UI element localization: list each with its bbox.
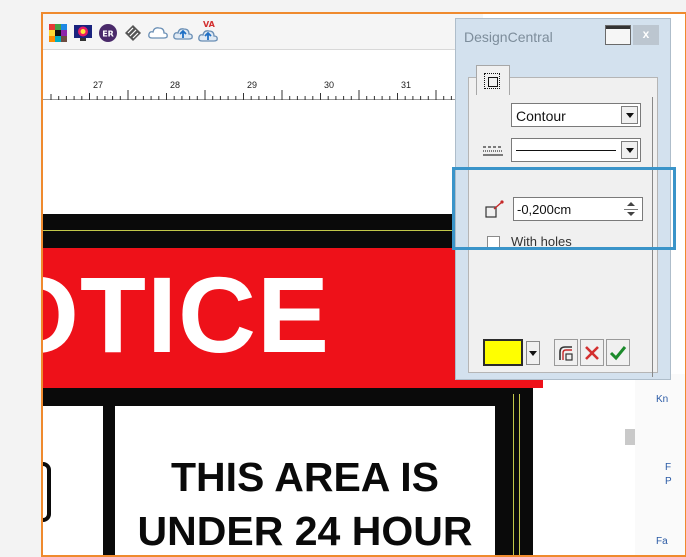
guide-line [513,394,514,555]
sign-left-curve [43,462,51,522]
side-link[interactable]: Kn [656,394,668,405]
contour-settings-button[interactable] [554,339,578,366]
line-style-sample [516,150,616,151]
color-wheel-icon[interactable] [72,22,94,44]
close-icon [585,345,599,360]
chevron-down-icon[interactable] [621,106,638,124]
ruler-mark: 31 [401,80,412,90]
diamond-stripes-icon[interactable] [122,22,144,44]
sign-body-line: UNDER 24 HOUR [137,508,473,554]
cloud-icon[interactable] [147,22,169,44]
panel-title: DesignCentral [464,29,553,45]
line-style-select[interactable] [511,138,641,162]
sign-white-left-panel [43,406,103,555]
cloud-upload-va-icon[interactable]: VA [197,20,219,44]
vertical-scrollbar-thumb[interactable] [625,429,635,445]
color-dropdown-button[interactable] [526,341,540,365]
contour-mode-value: Contour [516,108,566,124]
fill-color-well[interactable] [483,339,523,366]
ruler-mark: 29 [247,80,258,90]
ruler-mark: 30 [324,80,335,90]
chevron-down-icon[interactable] [621,141,638,159]
va-label: VA [203,20,215,29]
tab-contour[interactable] [476,65,510,95]
contour-settings-icon [559,345,573,361]
cloud-upload-icon[interactable] [172,22,194,44]
side-link[interactable]: P [665,476,672,487]
toolbar: ER VA [43,14,483,50]
apply-button[interactable] [606,339,630,366]
sign-body-text: THIS AREA IS UNDER 24 HOUR [115,450,495,555]
maximize-button[interactable] [605,25,631,45]
guide-line [519,394,520,555]
contour-tool-icon [484,73,500,89]
horizontal-ruler: 27 28 29 30 31 [43,78,483,100]
cancel-button[interactable] [580,339,604,366]
er-badge-icon[interactable]: ER [97,22,119,44]
side-link[interactable]: Fa [656,536,668,547]
sign-header-text: OTICE [43,254,331,375]
color-palette-icon[interactable] [47,22,69,44]
ruler-mark: 28 [170,80,181,90]
side-link[interactable]: F [665,462,671,473]
contour-mode-select[interactable]: Contour [511,103,641,127]
ruler-mark: 27 [93,80,104,90]
sign-body-line: THIS AREA IS [170,454,440,500]
close-button[interactable]: x [633,25,659,45]
line-style-icon [483,146,503,156]
offset-highlight-box [452,167,676,250]
svg-text:ER: ER [102,30,114,39]
checkmark-icon [609,345,627,360]
